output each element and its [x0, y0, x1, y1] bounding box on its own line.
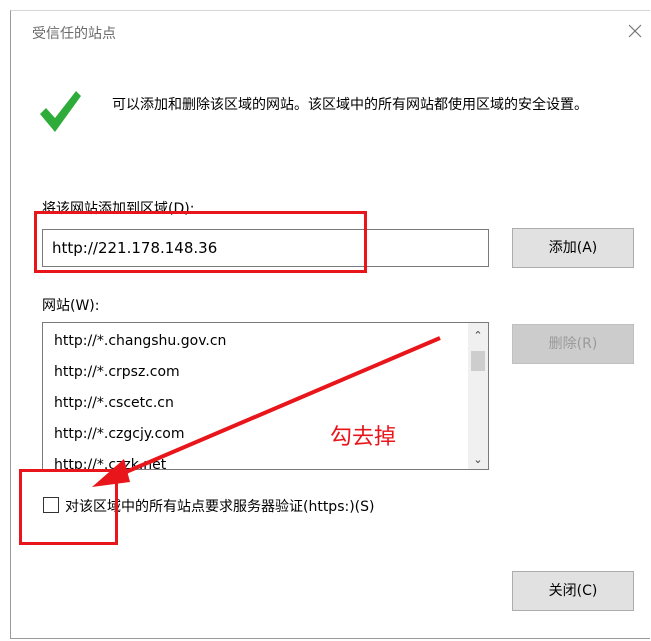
- annotation-arrow-icon: [92, 336, 441, 487]
